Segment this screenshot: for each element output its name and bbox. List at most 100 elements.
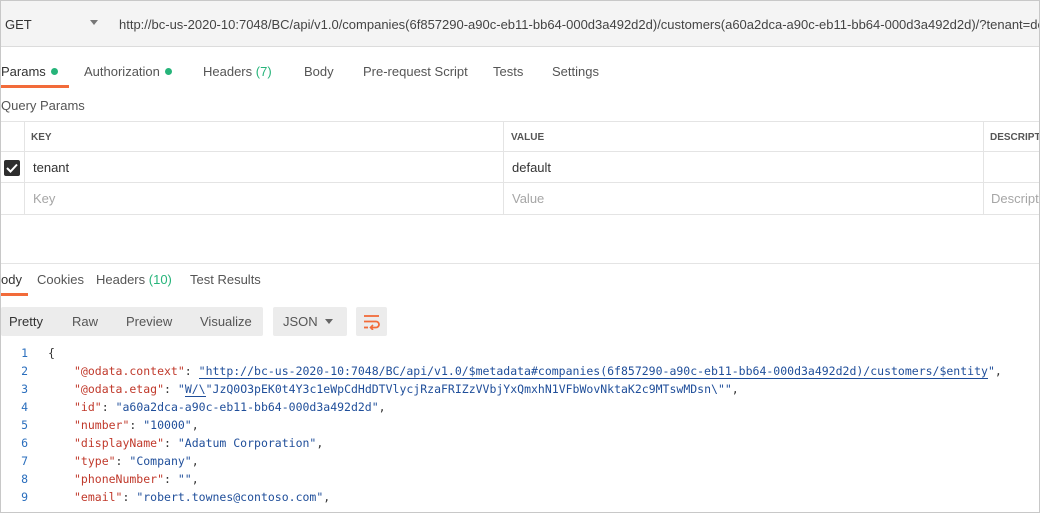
json-punctuation: , — [731, 382, 739, 396]
json-key: "@odata.etag" — [74, 382, 165, 396]
view-raw-button[interactable]: Raw — [72, 314, 98, 329]
json-key: "type" — [74, 454, 116, 468]
view-mode-group: Pretty Raw Preview Visualize — [1, 307, 263, 336]
json-key: "displayName" — [74, 436, 165, 450]
code-line: 6 "displayName": "Adatum Corporation", — [1, 436, 1039, 454]
json-key: "@odata.context" — [74, 364, 185, 378]
json-value: "10000" — [143, 418, 192, 432]
response-divider — [1, 263, 1039, 264]
tab-cookies[interactable]: Cookies — [37, 272, 84, 287]
tab-authorization[interactable]: Authorization — [84, 64, 172, 79]
value-column-label: VALUE — [511, 132, 545, 143]
code-line: 2 "@odata.context": "http://bc-us-2020-10… — [1, 364, 1039, 382]
checkmark-icon — [6, 163, 18, 173]
format-select[interactable]: JSON — [273, 307, 347, 336]
json-value[interactable]: W/\ — [184, 382, 206, 397]
param-description-cell[interactable] — [983, 152, 1039, 183]
code-text: "id": "a60a2dca-a90c-eb11-bb64-000d3a492… — [74, 400, 386, 414]
view-preview-button[interactable]: Preview — [126, 314, 172, 329]
tab-test-results[interactable]: Test Results — [190, 272, 261, 287]
param-value-cell[interactable]: default — [503, 152, 984, 183]
response-tabs: ody Cookies Headers (10) Test Results — [1, 272, 1039, 296]
tab-response-headers[interactable]: Headers (10) — [96, 272, 172, 287]
json-value: "Company" — [129, 454, 192, 468]
json-punctuation: : — [164, 382, 178, 396]
param-value-text: default — [512, 160, 552, 175]
new-value-input[interactable]: Value — [503, 183, 984, 214]
tab-authorization-label: Authorization — [84, 64, 160, 79]
json-punctuation: , — [994, 364, 1002, 378]
active-response-tab-indicator — [1, 293, 28, 296]
tab-params-label: Params — [1, 64, 46, 79]
new-key-input[interactable]: Key — [24, 183, 504, 214]
query-params-title: Query Params — [1, 98, 85, 113]
json-punctuation: , — [316, 436, 324, 450]
view-pretty-button[interactable]: Pretty — [9, 314, 43, 329]
line-number: 2 — [21, 364, 28, 378]
line-number: 3 — [21, 382, 28, 396]
json-value: "robert.townes@contoso.com" — [136, 490, 324, 504]
code-text: "number": "10000", — [74, 418, 199, 432]
tab-pre-request-script[interactable]: Pre-request Script — [363, 64, 468, 79]
code-text: { — [48, 346, 55, 360]
table-row-new: Key Value Descripti — [1, 182, 1039, 215]
code-line: 3 "@odata.etag": "W/\"JzQ0O3pEK0t4Y3c1eWp… — [1, 382, 1039, 400]
wrap-lines-icon — [364, 315, 380, 330]
line-number: 7 — [21, 454, 28, 468]
line-number: 6 — [21, 436, 28, 450]
line-number: 8 — [21, 472, 28, 486]
table-row: tenant default — [1, 151, 1039, 183]
method-select[interactable]: GET — [1, 1, 108, 47]
code-line: 7 "type": "Company", — [1, 454, 1039, 472]
json-key: "email" — [74, 490, 123, 504]
wrap-lines-button[interactable] — [356, 307, 387, 336]
json-punctuation: : — [164, 472, 178, 486]
json-punctuation: , — [191, 472, 199, 486]
active-tab-indicator — [1, 85, 69, 88]
line-number: 5 — [21, 418, 28, 432]
tab-response-body[interactable]: ody — [1, 272, 22, 287]
chevron-down-icon — [90, 20, 98, 25]
tab-body[interactable]: Body — [304, 64, 334, 79]
code-line: 9 "email": "robert.townes@contoso.com", — [1, 490, 1039, 508]
url-input[interactable]: http://bc-us-2020-10:7048/BC/api/v1.0/co… — [107, 1, 1040, 47]
code-text: "type": "Company", — [74, 454, 199, 468]
key-column-label: KEY — [31, 132, 52, 143]
tab-tests[interactable]: Tests — [493, 64, 523, 79]
json-value: "JzQ0O3pEK0t4Y3c1eWpCdHdDTVlycjRzaFRIZzV… — [205, 382, 732, 396]
json-punctuation: , — [323, 490, 331, 504]
code-text: "email": "robert.townes@contoso.com", — [74, 490, 330, 504]
view-visualize-button[interactable]: Visualize — [200, 314, 252, 329]
new-description-input[interactable]: Descripti — [983, 183, 1039, 214]
tab-settings[interactable]: Settings — [552, 64, 599, 79]
key-placeholder: Key — [33, 191, 56, 206]
code-line: 1{ — [1, 346, 1039, 364]
json-punctuation: : — [115, 454, 130, 468]
json-punctuation: : — [164, 436, 178, 450]
json-punctuation: , — [191, 418, 199, 432]
status-dot-icon — [164, 68, 172, 75]
tab-headers-label: Headers — [203, 64, 253, 79]
code-text: "@odata.context": "http://bc-us-2020-10:… — [74, 364, 1002, 379]
tab-headers[interactable]: Headers (7) — [203, 64, 272, 79]
json-value[interactable]: "http://bc-us-2020-10:7048/BC/api/v1.0/$… — [198, 364, 988, 379]
tab-params[interactable]: Params — [1, 64, 58, 79]
line-number: 9 — [21, 490, 28, 504]
json-punctuation: : — [101, 400, 116, 414]
json-key: "phoneNumber" — [74, 472, 165, 486]
code-line: 8 "phoneNumber": "", — [1, 472, 1039, 490]
format-label: JSON — [283, 314, 318, 329]
chevron-down-icon — [325, 319, 333, 324]
response-headers-count: (10) — [148, 272, 172, 287]
col-key-header: KEY — [24, 122, 504, 152]
url-text: http://bc-us-2020-10:7048/BC/api/v1.0/co… — [119, 17, 1040, 32]
app-window: GET http://bc-us-2020-10:7048/BC/api/v1.… — [0, 0, 1040, 513]
json-value: " — [987, 364, 995, 378]
method-label: GET — [5, 17, 32, 32]
param-enabled-checkbox[interactable] — [4, 160, 20, 176]
param-key-cell[interactable]: tenant — [24, 152, 504, 183]
request-bar: GET http://bc-us-2020-10:7048/BC/api/v1.… — [1, 1, 1040, 47]
json-value: " — [177, 382, 185, 396]
status-dot-icon — [50, 68, 58, 75]
json-key: "id" — [74, 400, 102, 414]
